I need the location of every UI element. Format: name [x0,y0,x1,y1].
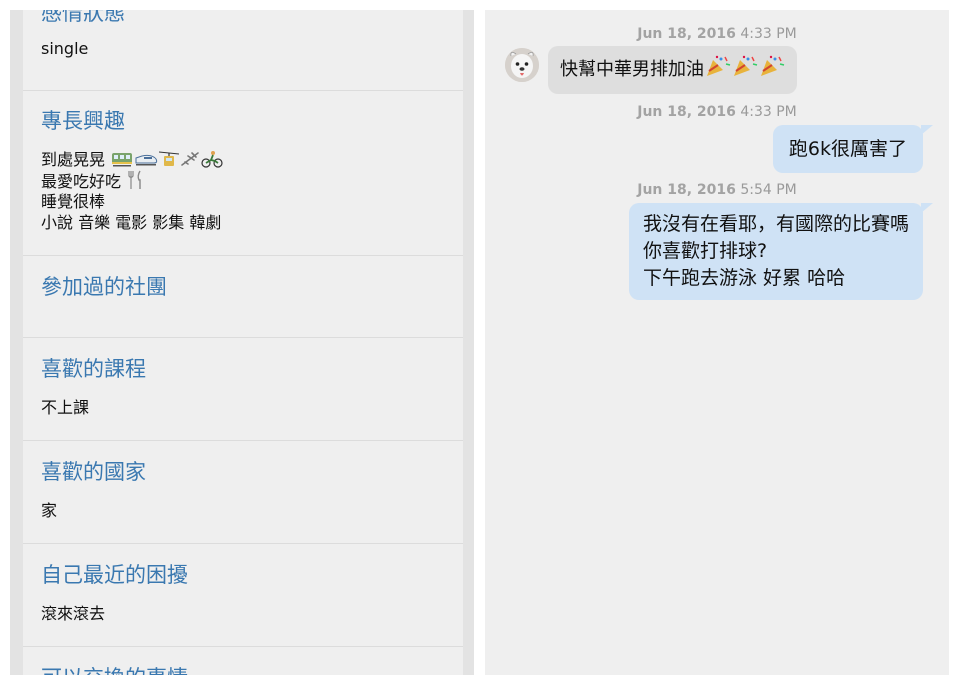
outgoing-message-bubble[interactable]: 跑6k很厲害了 [772,125,933,173]
section-value-line: 小說 音樂 電影 影集 韓劇 [41,213,222,232]
airplane-icon [180,150,200,173]
party-popper-icon [759,49,785,97]
message-timestamp: Jun 18, 2016 4:33 PM [637,26,797,42]
section-value: 不上課 [41,398,90,417]
message-timestamp: Jun 18, 2016 4:33 PM [637,104,797,120]
section-clubs: 參加過的社團 [23,255,463,338]
avatar[interactable] [505,48,539,82]
section-value: single [41,39,89,58]
section-value-line: 睡覺很棒 [41,192,106,211]
profile-panel: 感情狀態 single 專長興趣 到處晃晃 最愛吃好吃 睡覺很棒 小說 音樂 電… [10,10,474,675]
bubble-tail [921,125,933,135]
section-title: 參加過的社團 [41,275,167,299]
section-title: 感情狀態 [41,10,125,25]
section-title: 可以交換的事情 [41,665,188,675]
section-favorite-courses: 喜歡的課程 不上課 [23,338,463,441]
dog-avatar-icon [505,48,539,82]
fork-and-knife-icon [127,170,145,195]
chat-panel[interactable]: Jun 18, 2016 4:33 PM 快幫中華男排加油 Jun 18, 20… [485,10,949,675]
party-popper-icon [705,49,731,97]
section-relationship-status: 感情狀態 single [23,10,463,91]
section-exchangeable-things: 可以交換的事情 [23,647,463,675]
section-recent-troubles: 自己最近的困擾 滾來滾去 [23,544,463,647]
profile-scroll-area[interactable]: 感情狀態 single 專長興趣 到處晃晃 最愛吃好吃 睡覺很棒 小說 音樂 電… [23,10,463,675]
incoming-message-bubble[interactable]: 快幫中華男排加油 [548,46,797,94]
message-timestamp: Jun 18, 2016 5:54 PM [637,182,797,198]
section-value: 滾來滾去 [41,604,106,623]
section-title: 喜歡的課程 [41,357,146,381]
section-value: 家 [41,501,58,520]
section-interests: 專長興趣 到處晃晃 最愛吃好吃 睡覺很棒 小說 音樂 電影 影集 韓劇 [23,91,463,256]
aerial-tramway-icon [159,150,180,173]
section-title: 自己最近的困擾 [41,563,188,587]
outgoing-message-bubble[interactable]: 我沒有在看耶，有國際的比賽嗎 你喜歡打排球? 下午跑去游泳 好累 哈哈 [628,203,933,300]
section-title: 專長興趣 [41,109,125,133]
section-title: 喜歡的國家 [41,460,146,484]
bicyclist-icon [201,150,223,173]
party-popper-icon [732,49,758,97]
section-favorite-countries: 喜歡的國家 家 [23,441,463,544]
bubble-tail [921,203,933,213]
